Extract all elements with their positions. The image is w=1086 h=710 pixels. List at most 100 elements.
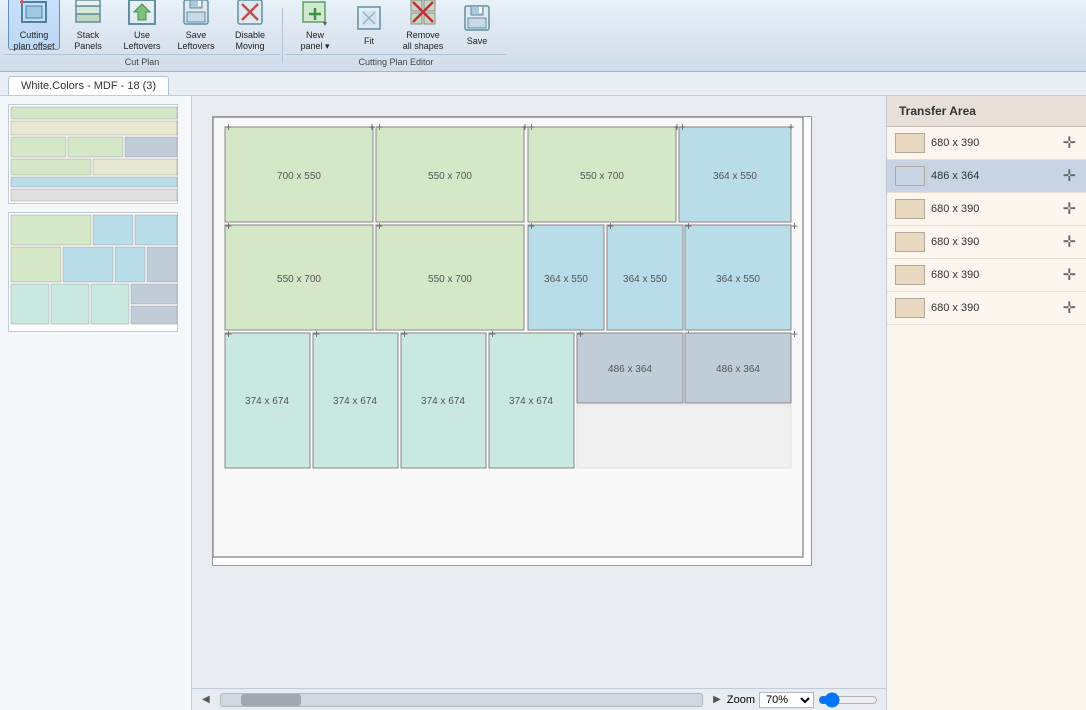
save-button[interactable]: Save: [451, 0, 503, 50]
editor-group-label: Cutting Plan Editor: [285, 54, 507, 67]
scroll-left-arrow[interactable]: ◀: [200, 694, 212, 705]
fit-button[interactable]: Fit: [343, 0, 395, 50]
transfer-item-5[interactable]: 680 x 390 ✛: [887, 259, 1086, 292]
zoom-select[interactable]: 70% 50% 60% 80% 90% 100%: [759, 692, 814, 708]
transfer-item-1[interactable]: 680 x 390 ✛: [887, 127, 1086, 160]
svg-text:+: +: [313, 327, 320, 341]
new-panel-label: Newpanel ▾: [300, 30, 329, 52]
svg-text:374 x 674: 374 x 674: [421, 396, 465, 407]
svg-text:+: +: [376, 219, 383, 233]
svg-text:+: +: [376, 120, 383, 134]
save-leftovers-icon: [180, 0, 212, 28]
transfer-add-5[interactable]: ✛: [1061, 265, 1078, 285]
svg-text:364 x 550: 364 x 550: [713, 171, 757, 182]
transfer-item-2[interactable]: 486 x 364 ✛: [887, 160, 1086, 193]
remove-all-shapes-button[interactable]: Removeall shapes: [397, 0, 449, 50]
transfer-label-5: 680 x 390: [931, 269, 1055, 281]
svg-text:+: +: [528, 219, 535, 233]
svg-text:+: +: [225, 219, 232, 233]
svg-text:374 x 674: 374 x 674: [509, 396, 553, 407]
mini-canvas-2[interactable]: [8, 212, 178, 332]
svg-text:+: +: [225, 120, 232, 134]
use-leftovers-button[interactable]: Use Leftovers: [116, 0, 168, 50]
toolbar-buttons-editor: Newpanel ▾ Fit: [285, 0, 507, 52]
canvas-scroll[interactable]: 700 x 550 + 550 x 700 + 550 x 700 + 364 …: [192, 96, 886, 688]
svg-text:+: +: [528, 120, 535, 134]
transfer-add-3[interactable]: ✛: [1061, 199, 1078, 219]
right-panel: Transfer Area 680 x 390 ✛ 486 x 364 ✛ 68…: [886, 96, 1086, 710]
fit-label: Fit: [364, 36, 374, 47]
stack-panels-button[interactable]: Stack Panels: [62, 0, 114, 50]
svg-text:550 x 700: 550 x 700: [277, 274, 321, 285]
transfer-swatch-2: [895, 166, 925, 186]
zoom-label: Zoom: [727, 694, 755, 706]
stack-panels-icon: [72, 0, 104, 28]
svg-text:374 x 674: 374 x 674: [245, 396, 289, 407]
transfer-swatch-6: [895, 298, 925, 318]
transfer-swatch-3: [895, 199, 925, 219]
save-icon: [461, 2, 493, 34]
zoom-bar: ◀ ▶ Zoom 70% 50% 60% 80% 90% 100%: [192, 688, 886, 710]
transfer-swatch-5: [895, 265, 925, 285]
toolbar-group-cut-plan: Cutting plan offset Stack Panels: [4, 0, 280, 71]
svg-text:550 x 700: 550 x 700: [428, 274, 472, 285]
transfer-list: 680 x 390 ✛ 486 x 364 ✛ 680 x 390 ✛ 680 …: [887, 127, 1086, 710]
save-leftovers-button[interactable]: Save Leftovers: [170, 0, 222, 50]
save-leftovers-label: Save Leftovers: [177, 30, 214, 52]
scroll-right-arrow[interactable]: ▶: [711, 694, 723, 705]
svg-text:+: +: [787, 120, 794, 134]
transfer-area-header: Transfer Area: [887, 96, 1086, 127]
mini-canvas-1[interactable]: [8, 104, 178, 204]
transfer-add-4[interactable]: ✛: [1061, 232, 1078, 252]
transfer-item-4[interactable]: 680 x 390 ✛: [887, 226, 1086, 259]
scrollbar-thumb[interactable]: [241, 694, 301, 706]
use-leftovers-label: Use Leftovers: [123, 30, 160, 52]
disable-moving-label: Disable Moving: [235, 30, 265, 52]
cut-plan-offset-label: Cutting plan offset: [13, 30, 54, 52]
transfer-item-3[interactable]: 680 x 390 ✛: [887, 193, 1086, 226]
new-panel-button[interactable]: Newpanel ▾: [289, 0, 341, 50]
transfer-item-6[interactable]: 680 x 390 ✛: [887, 292, 1086, 325]
toolbar-group-editor: Newpanel ▾ Fit: [285, 0, 507, 71]
fit-icon: [353, 2, 385, 34]
cutting-board: 700 x 550 + 550 x 700 + 550 x 700 + 364 …: [212, 116, 812, 566]
tab-white-colors[interactable]: White.Colors - MDF - 18 (3): [8, 76, 169, 95]
transfer-label-4: 680 x 390: [931, 236, 1055, 248]
transfer-add-1[interactable]: ✛: [1061, 133, 1078, 153]
canvas-area: 700 x 550 + 550 x 700 + 550 x 700 + 364 …: [192, 96, 886, 710]
toolbar-buttons-cut-plan: Cutting plan offset Stack Panels: [4, 0, 280, 52]
remove-all-shapes-label: Removeall shapes: [403, 30, 444, 52]
svg-text:550 x 700: 550 x 700: [580, 171, 624, 182]
tab-bar: White.Colors - MDF - 18 (3): [0, 72, 1086, 96]
toolbar-separator-1: [282, 8, 283, 63]
svg-text:364 x 550: 364 x 550: [544, 274, 588, 285]
svg-text:364 x 550: 364 x 550: [716, 274, 760, 285]
svg-text:374 x 674: 374 x 674: [333, 396, 377, 407]
transfer-swatch-4: [895, 232, 925, 252]
left-panel: [0, 96, 192, 710]
disable-moving-button[interactable]: Disable Moving: [224, 0, 276, 50]
svg-text:+: +: [791, 219, 798, 233]
svg-text:+: +: [607, 219, 614, 233]
svg-text:+: +: [577, 327, 584, 341]
transfer-add-2[interactable]: ✛: [1061, 166, 1078, 186]
remove-all-shapes-icon: [407, 0, 439, 28]
horizontal-scrollbar[interactable]: [220, 693, 703, 707]
cut-plan-offset-icon: [18, 0, 50, 28]
svg-text:+: +: [679, 120, 686, 134]
svg-text:+: +: [368, 120, 375, 134]
main-area: 700 x 550 + 550 x 700 + 550 x 700 + 364 …: [0, 96, 1086, 710]
transfer-add-6[interactable]: ✛: [1061, 298, 1078, 318]
zoom-slider[interactable]: [818, 692, 878, 708]
svg-text:486 x 364: 486 x 364: [608, 364, 652, 375]
transfer-swatch-1: [895, 133, 925, 153]
svg-text:+: +: [791, 327, 798, 341]
new-panel-icon: [299, 0, 331, 28]
cut-plan-offset-button[interactable]: Cutting plan offset: [8, 0, 60, 50]
stack-panels-label: Stack Panels: [74, 30, 102, 52]
svg-text:+: +: [685, 219, 692, 233]
save-label: Save: [467, 36, 488, 47]
svg-text:+: +: [225, 327, 232, 341]
svg-text:+: +: [401, 327, 408, 341]
toolbar: Cutting plan offset Stack Panels: [0, 0, 1086, 72]
